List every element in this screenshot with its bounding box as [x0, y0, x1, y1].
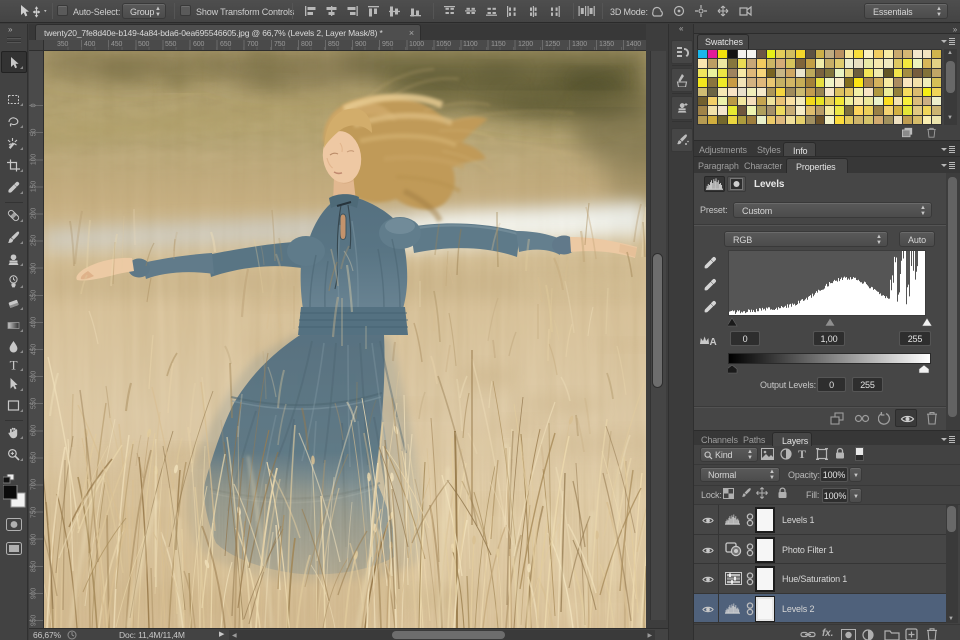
svg-text:A: A: [709, 337, 716, 347]
svg-text:T: T: [10, 357, 18, 372]
